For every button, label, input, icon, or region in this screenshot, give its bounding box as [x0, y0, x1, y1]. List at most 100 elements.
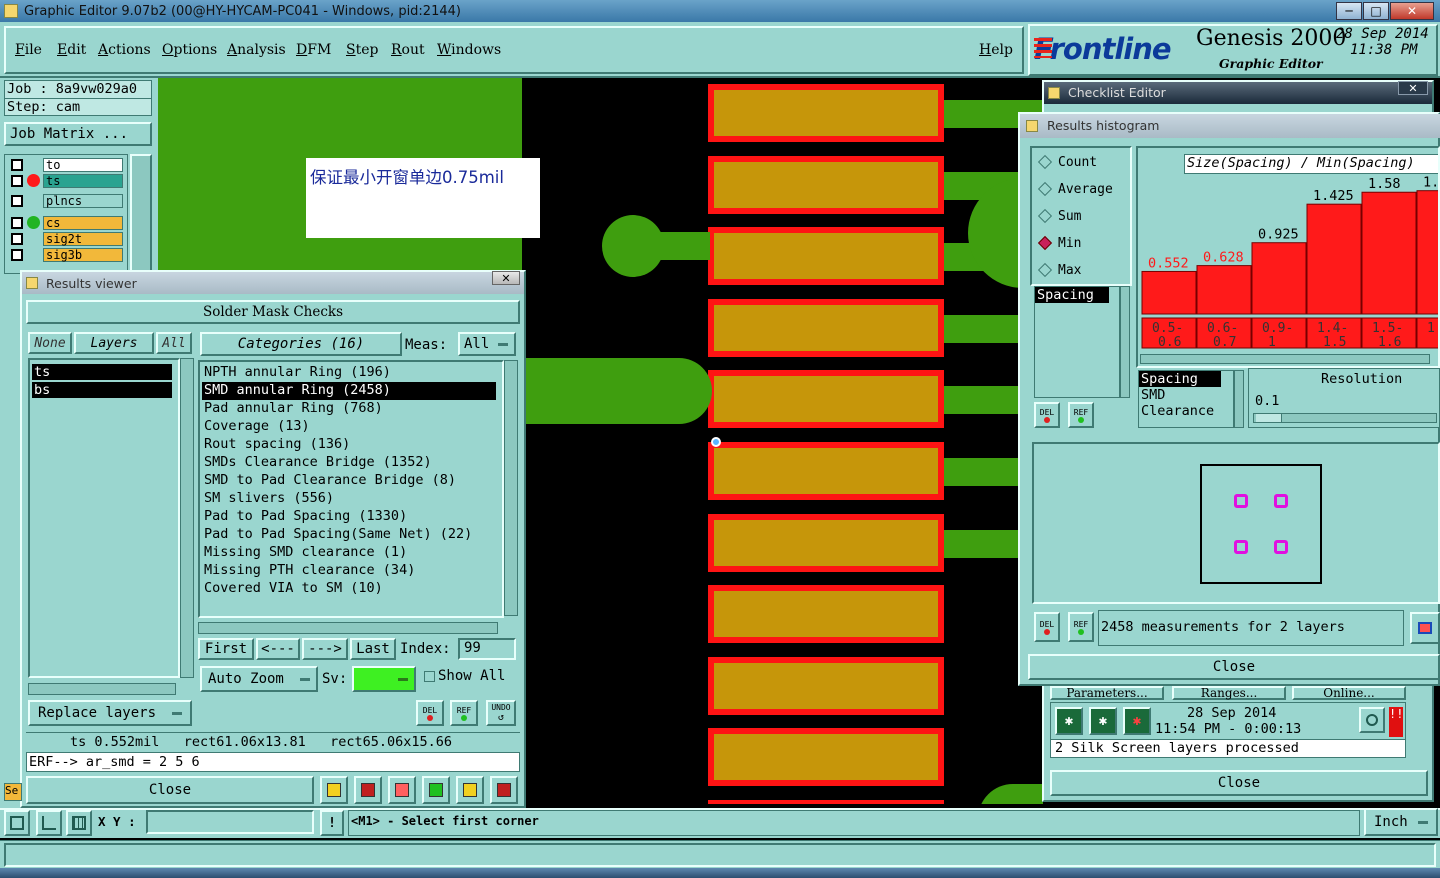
- menu-step[interactable]: Step: [346, 42, 378, 58]
- category-hscroll[interactable]: [198, 622, 498, 634]
- rv-layer-item[interactable]: ts: [32, 364, 172, 380]
- del-button[interactable]: DEL: [416, 700, 444, 726]
- show-all-checkbox[interactable]: [424, 671, 435, 682]
- last-button[interactable]: Last: [350, 638, 396, 660]
- layer-list-scrollbar[interactable]: [130, 154, 152, 274]
- first-button[interactable]: First: [198, 638, 254, 660]
- layer-row-plncs[interactable]: plncs: [11, 194, 123, 209]
- categories-button[interactable]: Categories (16): [200, 332, 402, 356]
- rv-close-button[interactable]: Close: [26, 776, 314, 804]
- layer-checkbox[interactable]: [11, 233, 23, 245]
- layer-checkbox[interactable]: [11, 195, 23, 207]
- notes-tool-button[interactable]: [456, 776, 484, 804]
- layer-checkbox[interactable]: [11, 249, 23, 261]
- next-button[interactable]: --->: [302, 638, 348, 660]
- hist-list-bottom-item-1[interactable]: SMD: [1139, 387, 1233, 403]
- checklist-tab[interactable]: Parameters...: [1050, 686, 1164, 700]
- index-input[interactable]: 99: [458, 638, 516, 660]
- histogram-bar[interactable]: [1196, 265, 1252, 315]
- run-action-button[interactable]: ✱: [1089, 707, 1117, 735]
- category-item[interactable]: Covered VIA to SM (10): [202, 580, 383, 598]
- hist-list-bottom-item-0[interactable]: Spacing: [1139, 371, 1221, 387]
- layer-checkbox[interactable]: [11, 175, 23, 187]
- histogram-bar[interactable]: [1141, 270, 1197, 315]
- menu-actions[interactable]: Actions: [98, 42, 151, 58]
- hist-close-button[interactable]: Close: [1028, 654, 1440, 680]
- histogram-bar[interactable]: [1306, 203, 1362, 315]
- layer-row-sig2t[interactable]: sig2t: [11, 232, 123, 247]
- layer-row-to[interactable]: to: [11, 158, 123, 173]
- job-matrix-button[interactable]: Job Matrix ...: [4, 122, 152, 146]
- results-viewer-title-bar[interactable]: Results viewer ✕: [22, 271, 524, 294]
- alert-button[interactable]: !: [320, 810, 344, 836]
- layer-row-cs[interactable]: cs: [11, 216, 123, 231]
- run-action-button[interactable]: ✱: [1055, 707, 1083, 735]
- hist-ref-button-2[interactable]: REF: [1068, 612, 1094, 642]
- chart-tool-button[interactable]: [320, 776, 348, 804]
- replace-layers-dropdown[interactable]: Replace layers: [28, 700, 192, 726]
- sel-tab[interactable]: Se: [4, 783, 22, 801]
- category-item[interactable]: NPTH annular Ring (196): [202, 364, 391, 382]
- stat-radio-count[interactable]: Count: [1037, 152, 1130, 172]
- category-item[interactable]: SMD to Pad Clearance Bridge (8): [202, 472, 456, 490]
- category-item[interactable]: Coverage (13): [202, 418, 310, 436]
- hist-extra-button[interactable]: [1410, 612, 1440, 644]
- checklist-editor-title-bar[interactable]: Checklist Editor ✕: [1044, 81, 1432, 104]
- category-item[interactable]: SM slivers (556): [202, 490, 334, 508]
- minimize-button[interactable]: ─: [1336, 2, 1362, 20]
- prev-button[interactable]: <---: [256, 638, 300, 660]
- hist-del-button-2[interactable]: DEL: [1034, 612, 1060, 642]
- grid-tool-button[interactable]: [66, 810, 92, 836]
- sv-color-dropdown[interactable]: [352, 666, 416, 692]
- stat-radio-average[interactable]: Average: [1037, 179, 1130, 199]
- rv-layer-hscroll[interactable]: [28, 683, 176, 695]
- hist-list-top-item[interactable]: Spacing: [1035, 287, 1109, 303]
- ref-button[interactable]: REF: [450, 700, 478, 726]
- hist-list-scrollbar[interactable]: [1120, 286, 1130, 398]
- category-item[interactable]: Missing PTH clearance (34): [202, 562, 415, 580]
- category-item[interactable]: Pad to Pad Spacing (1330): [202, 508, 407, 526]
- checklist-close-icon[interactable]: ✕: [1398, 81, 1428, 95]
- histogram-tool-button[interactable]: [490, 776, 518, 804]
- menu-windows[interactable]: Windows: [437, 42, 501, 58]
- hist-list-bottom-item-2[interactable]: Clearance: [1139, 403, 1233, 419]
- maximize-button[interactable]: □: [1363, 2, 1389, 20]
- checklist-tab[interactable]: Ranges...: [1172, 686, 1286, 700]
- none-button[interactable]: None: [28, 332, 72, 354]
- measure-tool-button[interactable]: [36, 810, 62, 836]
- category-item[interactable]: Rout spacing (136): [202, 436, 350, 454]
- cancel-tool-button[interactable]: [388, 776, 416, 804]
- select-tool-button[interactable]: [4, 810, 30, 836]
- hist-list-bottom[interactable]: Spacing SMD Clearance: [1138, 370, 1234, 428]
- units-dropdown[interactable]: Inch: [1364, 808, 1438, 836]
- layers-button[interactable]: Layers: [74, 332, 154, 354]
- chart-hscroll[interactable]: [1140, 354, 1430, 364]
- menu-file[interactable]: File: [15, 42, 42, 58]
- rv-layer-list[interactable]: ts bs: [28, 358, 180, 678]
- layer-checkbox[interactable]: [11, 217, 23, 229]
- menu-options[interactable]: Options: [162, 42, 217, 58]
- category-item[interactable]: Missing SMD clearance (1): [202, 544, 407, 562]
- layer-row-ts[interactable]: ts: [11, 174, 123, 189]
- run-action-button[interactable]: ✱: [1123, 707, 1151, 735]
- all-button[interactable]: All: [156, 332, 192, 354]
- histogram-bar[interactable]: [1361, 191, 1417, 315]
- category-item[interactable]: Pad to Pad Spacing(Same Net) (22): [202, 526, 472, 544]
- close-button[interactable]: ✕: [1390, 2, 1434, 20]
- hist-list-top[interactable]: Spacing: [1034, 286, 1120, 398]
- layer-checkbox[interactable]: [11, 159, 23, 171]
- export-tool-button[interactable]: [354, 776, 382, 804]
- rv-layer-item[interactable]: bs: [32, 382, 172, 398]
- rv-layer-scrollbar[interactable]: [180, 358, 194, 678]
- category-item[interactable]: SMDs Clearance Bridge (1352): [202, 454, 432, 472]
- meas-dropdown[interactable]: All: [458, 332, 516, 356]
- menu-rout[interactable]: Rout: [391, 42, 425, 58]
- category-item[interactable]: SMD annular Ring (2458): [202, 382, 496, 400]
- histogram-bar[interactable]: [1251, 242, 1307, 315]
- histogram-title-bar[interactable]: Results histogram: [1020, 114, 1440, 138]
- menu-help[interactable]: Help: [979, 42, 1013, 58]
- hist-ref-button[interactable]: REF: [1068, 402, 1094, 428]
- histogram-bar[interactable]: [1416, 190, 1440, 315]
- hist-bottom-scrollbar[interactable]: [1234, 370, 1244, 428]
- xy-input[interactable]: [146, 810, 314, 834]
